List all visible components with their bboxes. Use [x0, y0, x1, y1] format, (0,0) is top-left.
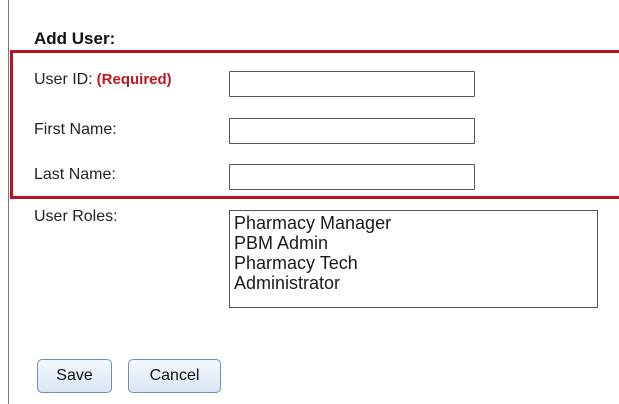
- first-name-input[interactable]: [229, 118, 475, 144]
- save-button[interactable]: Save: [37, 359, 112, 393]
- user-roles-listbox[interactable]: Pharmacy Manager PBM Admin Pharmacy Tech…: [229, 210, 598, 308]
- required-indicator: (Required): [96, 71, 172, 88]
- first-name-label: First Name:: [34, 121, 117, 138]
- role-option[interactable]: PBM Admin: [234, 233, 593, 253]
- user-id-label: User ID: (Required): [34, 71, 172, 89]
- form-title: Add User:: [34, 29, 116, 48]
- role-option[interactable]: Pharmacy Tech: [234, 253, 593, 273]
- role-option[interactable]: Pharmacy Manager: [234, 213, 593, 233]
- user-roles-label: User Roles:: [34, 208, 118, 225]
- user-id-input[interactable]: [229, 71, 475, 97]
- cancel-button[interactable]: Cancel: [128, 359, 221, 393]
- last-name-label: Last Name:: [34, 166, 116, 183]
- role-option[interactable]: Administrator: [234, 273, 593, 293]
- last-name-input[interactable]: [229, 164, 475, 190]
- user-id-label-text: User ID:: [34, 71, 93, 88]
